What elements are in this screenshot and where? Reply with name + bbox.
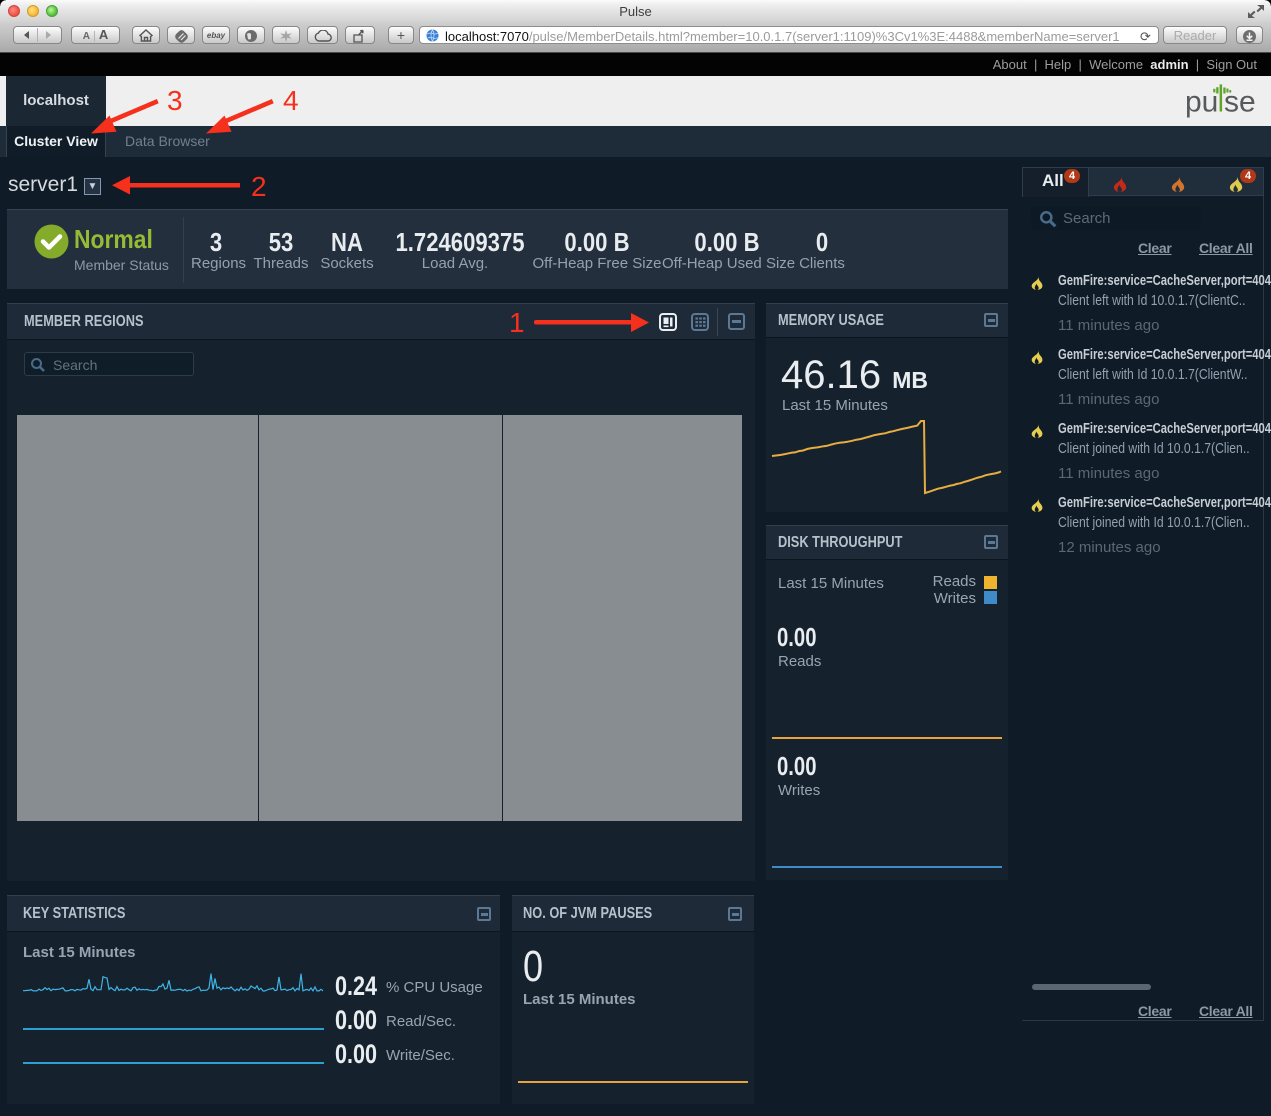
svg-text:se: se	[1224, 86, 1256, 119]
svg-text:2: 2	[251, 171, 267, 202]
